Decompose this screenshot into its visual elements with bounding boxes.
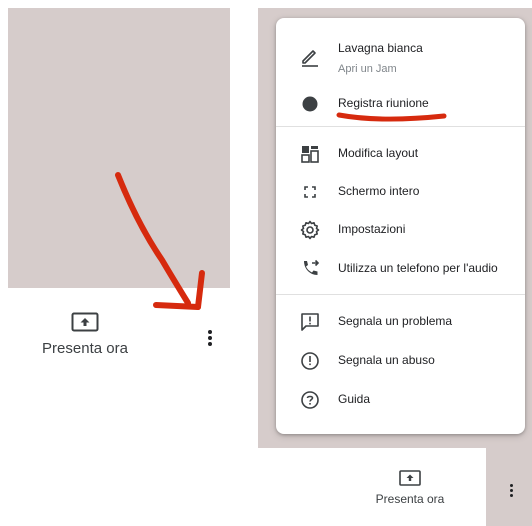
alert-circle-icon xyxy=(298,349,322,373)
menu-item-label: Segnala un problema xyxy=(338,314,453,328)
pencil-icon xyxy=(298,44,322,68)
menu-item-report-abuse[interactable]: Segnala un abuso xyxy=(276,347,525,375)
menu-item-help[interactable]: Guida xyxy=(276,386,525,414)
menu-item-label: Impostazioni xyxy=(338,222,406,236)
menu-item-label: Lavagna bianca xyxy=(338,41,423,55)
menu-item-fullscreen[interactable]: Schermo intero xyxy=(276,178,525,206)
gear-icon xyxy=(298,218,322,242)
present-now-button-right[interactable]: Presenta ora xyxy=(360,470,460,518)
menu-item-settings[interactable]: Impostazioni xyxy=(276,216,525,244)
fullscreen-icon xyxy=(298,180,322,204)
layout-icon xyxy=(298,142,322,166)
more-options-menu: Lavagna bianca Apri un Jam Registra riun… xyxy=(276,18,525,434)
feedback-icon xyxy=(298,310,322,334)
present-now-label: Presenta ora xyxy=(375,492,445,506)
present-now-label: Presenta ora xyxy=(42,340,128,357)
annotation-arrow xyxy=(115,172,205,310)
record-icon xyxy=(298,92,322,116)
menu-item-label: Schermo intero xyxy=(338,184,420,198)
present-screen-icon xyxy=(71,312,99,332)
annotation-underline xyxy=(336,112,447,122)
menu-item-report-problem[interactable]: Segnala un problema xyxy=(276,308,525,336)
menu-item-label: Guida xyxy=(338,392,371,406)
more-options-button[interactable] xyxy=(201,328,219,356)
menu-divider xyxy=(276,126,525,127)
menu-item-sublabel: Apri un Jam xyxy=(338,63,397,75)
present-screen-icon xyxy=(399,470,421,486)
more-vert-icon xyxy=(503,484,519,497)
more-options-button-right[interactable] xyxy=(503,482,519,502)
phone-forward-icon xyxy=(298,257,322,281)
menu-item-label: Registra riunione xyxy=(338,96,429,110)
help-icon xyxy=(298,388,322,412)
present-now-button[interactable]: Presenta ora xyxy=(30,312,140,372)
menu-divider xyxy=(276,294,525,295)
menu-item-change-layout[interactable]: Modifica layout xyxy=(276,140,525,168)
menu-item-phone-audio[interactable]: Utilizza un telefono per l'audio xyxy=(276,255,525,283)
menu-item-label: Utilizza un telefono per l'audio xyxy=(338,261,498,275)
menu-item-label: Segnala un abuso xyxy=(338,353,435,367)
menu-item-whiteboard[interactable]: Lavagna bianca Apri un Jam xyxy=(276,38,525,84)
more-vert-icon xyxy=(201,330,219,346)
menu-item-label: Modifica layout xyxy=(338,146,419,160)
